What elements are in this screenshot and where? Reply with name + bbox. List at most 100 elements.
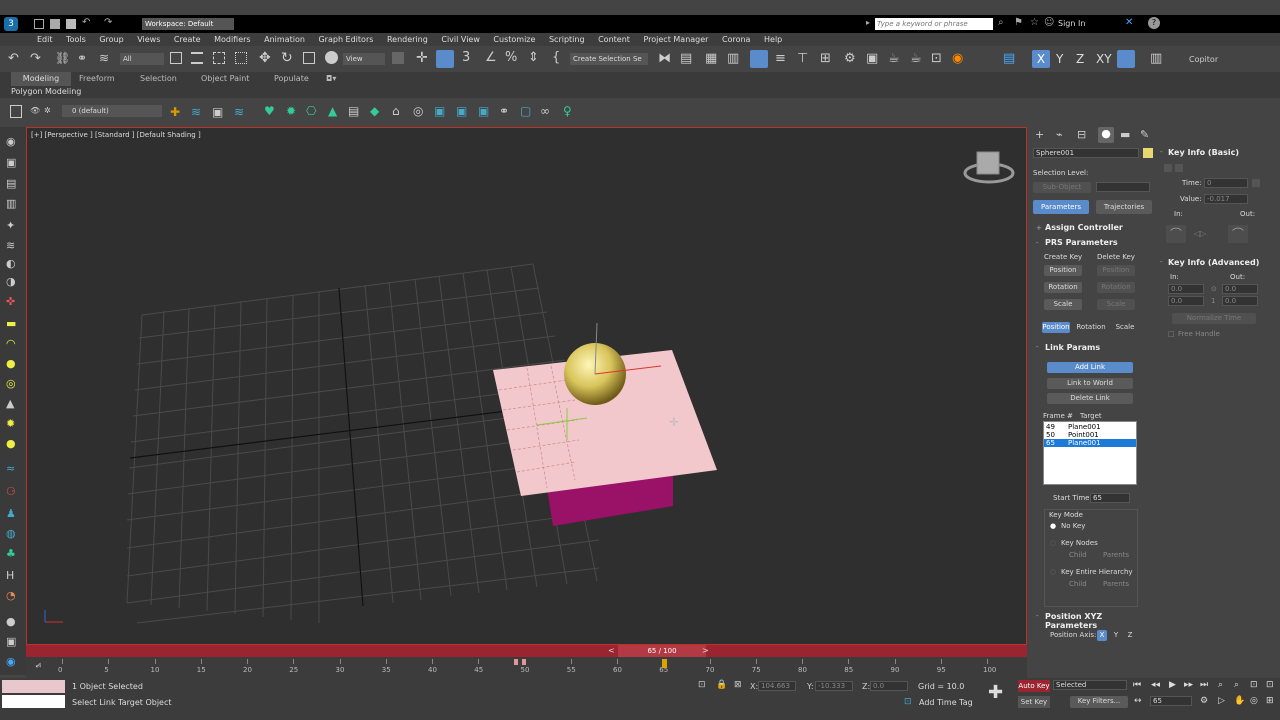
move-icon[interactable]: ✥ — [259, 50, 271, 66]
go-to-start-icon[interactable]: ⏮ — [1133, 680, 1141, 690]
free-handle-label[interactable]: Free Handle — [1178, 330, 1220, 338]
rollout-collapse-icon[interactable]: - — [1036, 239, 1039, 247]
bulb-tool-icon[interactable]: ✦ — [6, 219, 15, 232]
zoom-all-icon[interactable]: ⌕ — [1234, 680, 1239, 690]
add-link-button[interactable]: Add Link — [1047, 362, 1133, 373]
menu-animation[interactable]: Animation — [264, 33, 305, 46]
key-entire-hierarchy-label[interactable]: Key Entire Hierarchy — [1061, 568, 1133, 576]
exchange-icon[interactable]: ✕ — [1125, 17, 1133, 28]
position-axis-y-button[interactable]: Y — [1111, 630, 1121, 641]
list-icon[interactable]: ▤ — [348, 104, 359, 118]
link-icon[interactable]: ⛓ — [55, 51, 70, 65]
key-nodes-radio-icon[interactable]: ○ — [1050, 539, 1056, 547]
ik-tool-icon[interactable]: H — [6, 569, 14, 582]
no-key-label[interactable]: No Key — [1061, 522, 1085, 530]
select-object-icon[interactable] — [170, 52, 182, 64]
bind-space-warp-icon[interactable]: ≋ — [99, 51, 109, 65]
render-tool-icon[interactable]: ▣ — [6, 635, 16, 648]
mini-curve-icon[interactable]: ⦯ — [36, 660, 41, 670]
maxscript-listener-pink[interactable] — [2, 680, 65, 693]
angle-snap-icon[interactable]: ∠ — [485, 50, 497, 65]
redo-icon[interactable]: ↷ — [30, 51, 41, 66]
tab-populate[interactable]: Populate — [274, 74, 309, 83]
axis-xy-button[interactable]: XY — [1096, 52, 1112, 66]
orbit-icon[interactable]: ◎ — [1250, 696, 1258, 706]
axis-x-button[interactable]: X — [1032, 50, 1050, 68]
key-info-advanced-rollout[interactable]: Key Info (Advanced) — [1168, 258, 1259, 267]
frame-indicator[interactable]: 65 / 100 — [618, 645, 706, 657]
key-value-spinner[interactable]: -0.017 — [1204, 194, 1248, 204]
key-nodes-parents-label[interactable]: Parents — [1103, 551, 1129, 559]
link-list-row[interactable]: 50 Point001 — [1044, 431, 1136, 439]
free-handle-checkbox-icon[interactable]: □ — [1168, 330, 1175, 338]
next-frame-icon[interactable]: > — [702, 646, 709, 655]
sort-tool-icon[interactable]: ▣ — [6, 156, 16, 169]
group-icon[interactable]: ▢ — [520, 104, 531, 118]
sub-object-dropdown[interactable] — [1096, 182, 1150, 192]
spacewarp-icon[interactable]: ◎ — [413, 104, 423, 118]
zoom-extents-all-icon[interactable]: ⊡ — [1266, 680, 1274, 690]
normalize-time-button[interactable]: Normalize Time — [1172, 313, 1256, 324]
copy-tangent-icon[interactable]: ◁▷ — [1194, 229, 1206, 238]
shape-icon[interactable]: ⌂ — [392, 104, 400, 118]
window-crossing-icon[interactable] — [235, 52, 247, 64]
key-entire-parents-label[interactable]: Parents — [1103, 580, 1129, 588]
create-scale-key-button[interactable]: Scale — [1044, 299, 1082, 310]
set-current-layer-icon[interactable]: ≋ — [234, 105, 244, 119]
key-mode-toggle-icon[interactable]: ↔ — [1134, 696, 1142, 706]
bone-tool-icon[interactable]: ◑ — [6, 275, 16, 288]
menu-graph-editors[interactable]: Graph Editors — [318, 33, 373, 46]
motion-tab-icon[interactable]: ● — [1098, 127, 1114, 143]
current-key-marker[interactable] — [662, 659, 667, 668]
key-nodes-child-label[interactable]: Child — [1069, 551, 1087, 559]
camera-tool-icon[interactable]: ◐ — [6, 257, 16, 270]
select-manipulate-icon[interactable]: ✛ — [416, 50, 428, 66]
layer-tool-icon[interactable]: ≋ — [6, 239, 15, 252]
menu-modifiers[interactable]: Modifiers — [214, 33, 251, 46]
zoom-extents-icon[interactable]: ⊡ — [1250, 680, 1258, 690]
parameters-button[interactable]: Parameters — [1033, 200, 1089, 214]
named-selection-dropdown[interactable]: Create Selection Se — [570, 53, 648, 65]
key-marker[interactable] — [514, 659, 518, 665]
time-lock-icon[interactable] — [1252, 179, 1260, 187]
transform-type-in-icon[interactable]: ⊠ — [734, 680, 742, 690]
layer-freeze-icon[interactable]: ✲ — [44, 106, 51, 115]
scale-track-button[interactable]: Scale — [1112, 322, 1138, 333]
cylinder-tool-icon[interactable]: ● — [6, 357, 16, 370]
corona-render-icon[interactable]: ◉ — [952, 51, 963, 66]
menu-group[interactable]: Group — [99, 33, 123, 46]
save-icon[interactable] — [66, 19, 76, 29]
key-entire-radio-icon[interactable]: ○ — [1050, 568, 1056, 576]
selection-lock-icon[interactable]: 🔒 — [716, 680, 727, 690]
delete-link-button[interactable]: Delete Link — [1047, 393, 1133, 404]
infinity-icon[interactable]: ∞ — [540, 104, 550, 118]
create-tab-icon[interactable]: + — [1035, 128, 1044, 141]
scene-explorer-icon[interactable]: ▦ — [705, 51, 717, 66]
toggle-ribbon-icon[interactable] — [750, 50, 768, 68]
maximize-viewport-icon[interactable]: ⊞ — [1266, 696, 1274, 706]
pivot-center-icon[interactable] — [392, 52, 404, 64]
copitor-label[interactable]: Copitor — [1189, 55, 1218, 64]
start-time-spinner[interactable]: 65 — [1090, 493, 1130, 503]
trajectories-button[interactable]: Trajectories — [1096, 200, 1152, 214]
rotation-track-button[interactable]: Rotation — [1075, 322, 1107, 333]
layer-dropdown[interactable]: 0 (default) — [62, 105, 162, 117]
tab-modeling[interactable]: Modeling — [11, 72, 71, 86]
sun-tool-icon[interactable]: ✹ — [6, 417, 15, 430]
link-list-row-selected[interactable]: 65 Plane001 — [1044, 439, 1136, 447]
axis-y-button[interactable]: Y — [1056, 52, 1063, 66]
mirror-icon[interactable]: ⧓ — [658, 51, 671, 66]
particle-icon[interactable]: ▣ — [478, 104, 489, 118]
community-icon[interactable]: ⚑ — [1014, 17, 1023, 28]
go-to-end-icon[interactable]: ⏭ — [1200, 680, 1208, 690]
menu-create[interactable]: Create — [174, 33, 201, 46]
menu-corona[interactable]: Corona — [722, 33, 750, 46]
layer-toolbar-icon[interactable] — [10, 105, 22, 118]
rendered-frame-window-icon[interactable]: ▣ — [866, 51, 878, 66]
adv-in-value-1[interactable]: 0.0 — [1168, 284, 1204, 294]
pan-icon[interactable]: ✋ — [1234, 696, 1245, 706]
axis-constraint-icon[interactable] — [1117, 50, 1135, 68]
search-input[interactable] — [875, 18, 993, 30]
bone-icon[interactable]: ⚭ — [499, 104, 509, 118]
pipe-tool-icon[interactable]: ⚆ — [6, 485, 16, 498]
